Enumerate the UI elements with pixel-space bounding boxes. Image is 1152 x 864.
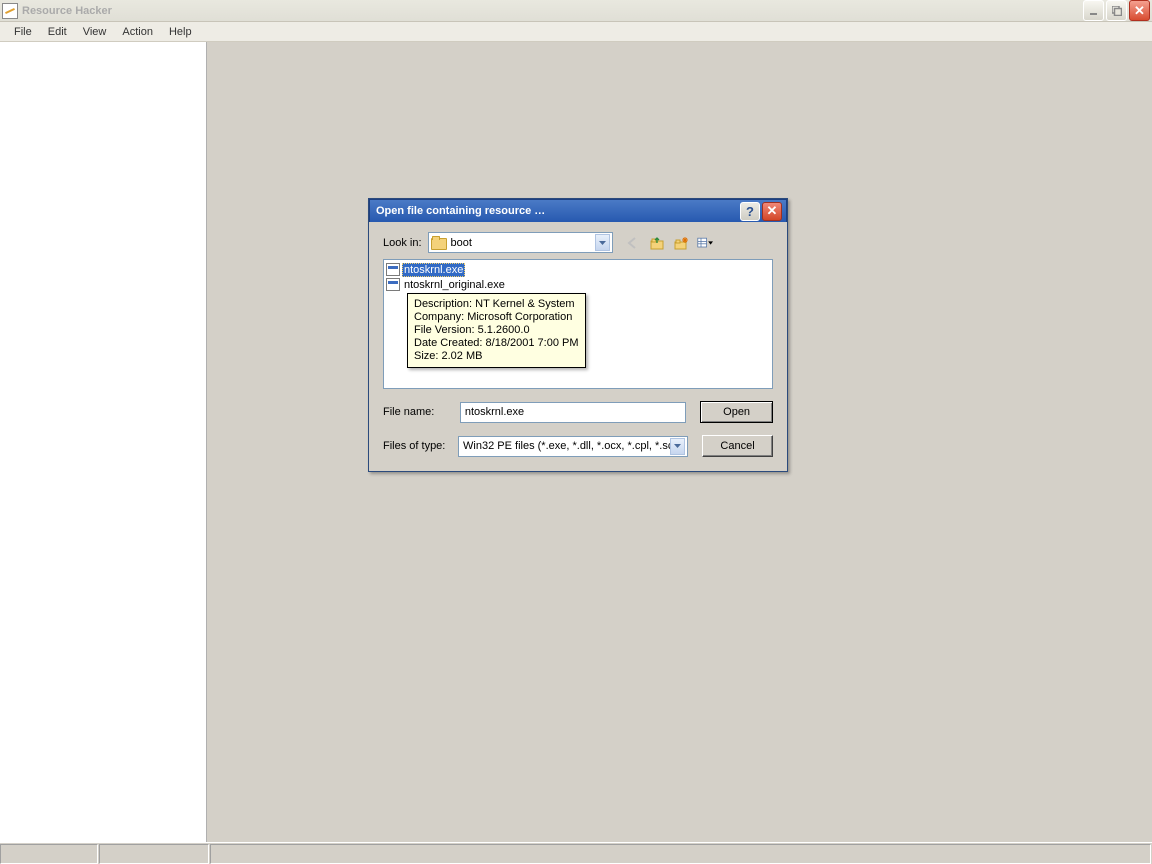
file-type-value: Win32 PE files (*.exe, *.dll, *.ocx, *.c… — [463, 440, 670, 452]
minimize-button[interactable] — [1083, 0, 1104, 21]
menubar: File Edit View Action Help — [0, 22, 1152, 42]
status-cell-1 — [0, 844, 98, 864]
menu-file[interactable]: File — [6, 24, 40, 40]
dialog-title: Open file containing resource … — [374, 205, 740, 217]
open-file-dialog: Open file containing resource … ? ✕ Look… — [368, 198, 788, 472]
tooltip-version: File Version: 5.1.2600.0 — [414, 324, 579, 337]
new-folder-icon[interactable] — [671, 233, 691, 253]
file-tooltip: Description: NT Kernel & System Company:… — [407, 293, 586, 368]
tooltip-company: Company: Microsoft Corporation — [414, 311, 579, 324]
file-name-label: File name: — [383, 406, 452, 418]
tooltip-date: Date Created: 8/18/2001 7:00 PM — [414, 337, 579, 350]
file-name-input[interactable] — [460, 402, 686, 423]
view-menu-icon[interactable] — [695, 233, 715, 253]
file-name: ntoskrnl_original.exe — [402, 279, 507, 291]
look-in-value: boot — [451, 237, 472, 249]
status-cell-2 — [99, 844, 209, 864]
file-item-selected[interactable]: ntoskrnl.exe — [386, 262, 770, 277]
file-type-label: Files of type: — [383, 440, 450, 452]
look-in-combo[interactable]: boot — [428, 232, 613, 253]
maximize-button[interactable] — [1106, 0, 1127, 21]
folder-icon — [431, 236, 447, 250]
dialog-close-button[interactable]: ✕ — [762, 202, 782, 221]
close-button[interactable]: ✕ — [1129, 0, 1150, 21]
tooltip-size: Size: 2.02 MB — [414, 350, 579, 363]
look-in-label: Look in: — [383, 237, 422, 249]
back-icon[interactable] — [623, 233, 643, 253]
dialog-help-button[interactable]: ? — [740, 202, 760, 221]
exe-file-icon — [386, 278, 400, 291]
file-list[interactable]: ntoskrnl.exe ntoskrnl_original.exe Descr… — [383, 259, 773, 389]
menu-help[interactable]: Help — [161, 24, 200, 40]
menu-view[interactable]: View — [75, 24, 115, 40]
menu-action[interactable]: Action — [114, 24, 161, 40]
open-button[interactable]: Open — [700, 401, 773, 423]
main-titlebar: Resource Hacker ✕ — [0, 0, 1152, 22]
tree-panel[interactable] — [0, 42, 207, 842]
file-name: ntoskrnl.exe — [402, 263, 465, 277]
dialog-titlebar[interactable]: Open file containing resource … ? ✕ — [369, 199, 787, 222]
chevron-down-icon[interactable] — [595, 234, 610, 251]
tooltip-description: Description: NT Kernel & System — [414, 298, 579, 311]
statusbar — [0, 842, 1152, 864]
file-type-combo[interactable]: Win32 PE files (*.exe, *.dll, *.ocx, *.c… — [458, 436, 688, 457]
main-title: Resource Hacker — [22, 5, 1083, 17]
menu-edit[interactable]: Edit — [40, 24, 75, 40]
status-cell-3 — [210, 844, 1151, 864]
chevron-down-icon[interactable] — [670, 438, 685, 455]
file-item[interactable]: ntoskrnl_original.exe — [386, 277, 770, 292]
cancel-button[interactable]: Cancel — [702, 435, 773, 457]
exe-file-icon — [386, 263, 400, 276]
app-icon — [2, 3, 18, 19]
up-one-level-icon[interactable] — [647, 233, 667, 253]
